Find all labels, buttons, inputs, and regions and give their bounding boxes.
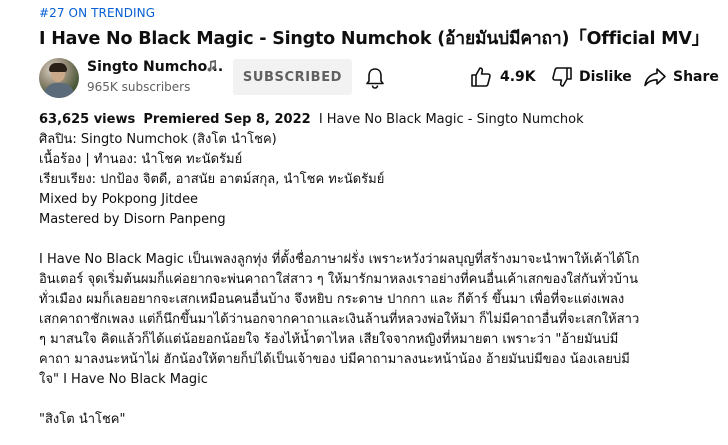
premiere-date: Premiered Sep 8, 2022	[143, 112, 311, 127]
description-line: ๆ มาสนใจ คิดแล้วก็ได้แต่น้อยอกน้อยใจ ร้อ…	[39, 332, 619, 347]
dislike-label: Dislike	[579, 69, 632, 85]
channel-avatar[interactable]	[39, 58, 79, 98]
share-label: Share	[673, 69, 719, 85]
signature: "สิงโต นำโชค"	[39, 412, 126, 427]
description-line: อินเตอร์ จุดเริ่มต้นผมก็แค่อยากจะพ่นคาถา…	[39, 272, 639, 287]
channel-name[interactable]: Singto Numcho...	[87, 59, 223, 75]
video-owner-row: Singto Numcho... 965K subscribers SUBSCR…	[39, 58, 719, 98]
artist-credit: ศิลปิน: Singto Numchok (สิงโต นำโชค)	[39, 132, 277, 147]
dislike-button[interactable]: Dislike	[551, 65, 632, 89]
share-button[interactable]: Share	[643, 65, 719, 89]
thumbs-up-icon	[471, 67, 491, 87]
music-note-icon	[207, 60, 217, 72]
description-line: I Have No Black Magic เป็นเพลงลูกทุ่ง ที…	[39, 252, 640, 267]
arrangement-credit: เรียบเรียง: ปกป้อง จิตดี, อาสนัย อาตม์สก…	[39, 172, 385, 187]
trending-badge[interactable]: #27 ON TRENDING	[39, 6, 155, 20]
share-arrow-icon	[644, 68, 666, 87]
description-line: ทั่วเมือง ผมก็เลยอยากจะเสกเหมือนคนอื่นบ้…	[39, 292, 625, 307]
description-line: คาถา มาลงนะหน้าไผ่ ฮักน้องให้ตายก็บ่ได้เ…	[39, 352, 630, 367]
mastering-credit: Mastered by Disorn Panpeng	[39, 212, 226, 227]
lyrics-credit: เนื้อร้อง | ทำนอง: นำโชค ทะนัดรัมย์	[39, 152, 243, 167]
description-paragraph: I Have No Black Magic เป็นเพลงลูกทุ่ง ที…	[39, 250, 689, 390]
like-count: 4.9K	[500, 69, 536, 85]
description-line: ใจ" I Have No Black Magic	[39, 372, 208, 387]
video-title: I Have No Black Magic - Singto Numchok (…	[39, 29, 710, 49]
thumbs-down-icon	[552, 67, 572, 87]
notification-bell-icon[interactable]	[365, 67, 385, 89]
description-box[interactable]: 63,625 views Premiered Sep 8, 2022 I Hav…	[39, 110, 689, 430]
view-count: 63,625 views	[39, 112, 136, 127]
subscribed-button[interactable]: SUBSCRIBED	[233, 59, 352, 95]
description-video-name: I Have No Black Magic - Singto Numchok	[318, 112, 584, 127]
like-button[interactable]: 4.9K	[470, 65, 536, 89]
description-header: 63,625 views Premiered Sep 8, 2022 I Hav…	[39, 110, 689, 130]
subscriber-count: 965K subscribers	[87, 80, 191, 94]
mixing-credit: Mixed by Pokpong Jitdee	[39, 192, 199, 207]
description-line: เสกคาถาชักเพลง แต่ก็นึกขึ้นมาได้ว่านอกจา…	[39, 312, 640, 327]
